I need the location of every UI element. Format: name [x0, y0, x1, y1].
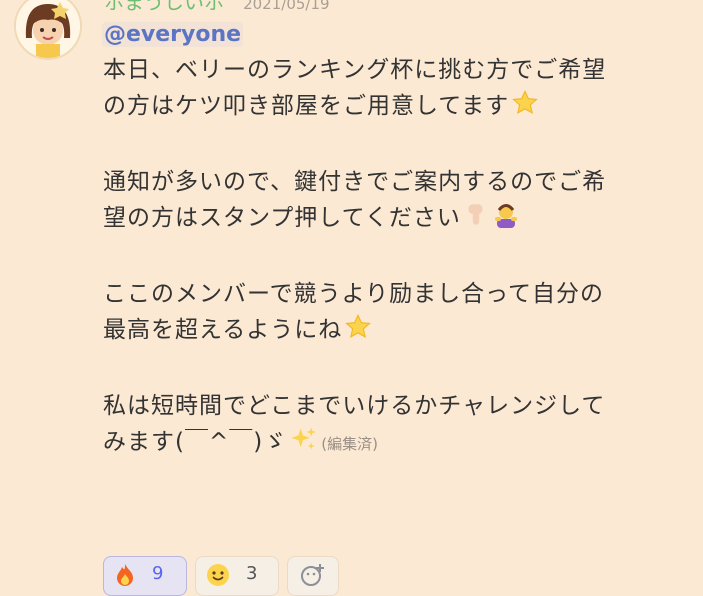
message-line: 通知が多いので、鍵付きでご案内するのでご希 [103, 169, 607, 195]
message-header: ホまうしいホ 2021/05/19 [104, 0, 330, 14]
fire-icon [114, 563, 136, 592]
paragraph-4: 私は短時間でどこまでいけるかチャレンジして みます(￣^￣)ゞ (編集済) [103, 388, 693, 464]
girl-avatar-icon [16, 0, 80, 58]
paragraph-1: 本日、ベリーのランキング杯に挑む方でご希望 の方はケツ叩き部屋をご用意してます [103, 52, 693, 128]
message-line: 最高を超えるようにね [103, 312, 693, 352]
author-name[interactable]: ホまうしいホ [104, 0, 224, 14]
message-line: の方はケツ叩き部屋をご用意してます [103, 88, 693, 128]
pointing-down-hand-icon [463, 201, 489, 240]
grinning-face-icon [206, 563, 230, 592]
avatar[interactable] [14, 0, 82, 60]
reaction-fire[interactable]: 9 [103, 556, 187, 596]
mention-everyone[interactable]: @everyone [102, 22, 244, 47]
reaction-grinning-face[interactable]: 3 [195, 556, 279, 596]
reaction-count: 3 [246, 563, 258, 584]
edited-label: (編集済) [321, 435, 378, 453]
message-line: ここのメンバーで競うより励まし合って自分の [103, 281, 605, 307]
star-icon [344, 313, 372, 352]
sparkles-icon [289, 425, 317, 464]
star-icon [511, 89, 539, 128]
paragraph-2: 通知が多いので、鍵付きでご案内するのでご希 望の方はスタンプ押してください [103, 164, 693, 240]
message-line: 望の方はスタンプ押してください [103, 200, 693, 240]
message-line: みます(￣^￣)ゞ (編集済) [103, 424, 693, 464]
paragraph-3: ここのメンバーで競うより励まし合って自分の 最高を超えるようにね [103, 276, 693, 352]
bowing-person-icon [491, 201, 521, 240]
reaction-count: 9 [152, 563, 164, 584]
add-reaction-icon [300, 563, 326, 592]
message-line: 本日、ベリーのランキング杯に挑む方でご希望 [103, 57, 607, 83]
timestamp: 2021/05/19 [243, 0, 330, 13]
reaction-bar: 9 3 [103, 556, 339, 596]
message-body: 本日、ベリーのランキング杯に挑む方でご希望 の方はケツ叩き部屋をご用意してます … [103, 52, 693, 500]
add-reaction-button[interactable] [287, 556, 339, 596]
message-line: 私は短時間でどこまでいけるかチャレンジして [103, 393, 606, 419]
